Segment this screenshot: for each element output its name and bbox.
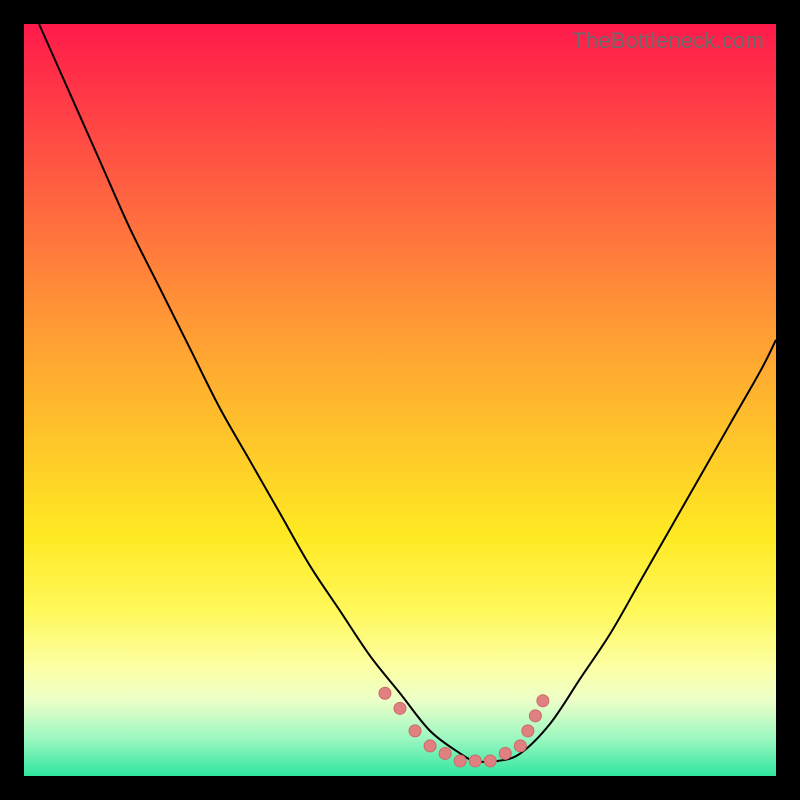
highlight-marker xyxy=(514,740,526,752)
highlight-marker xyxy=(529,710,541,722)
bottleneck-curve xyxy=(39,24,776,762)
highlight-marker xyxy=(537,695,549,707)
highlight-marker xyxy=(379,687,391,699)
highlight-marker xyxy=(439,747,451,759)
highlight-marker xyxy=(522,725,534,737)
highlight-marker xyxy=(424,740,436,752)
highlight-marker xyxy=(394,702,406,714)
highlight-marker xyxy=(499,747,511,759)
chart-plot-area: TheBottleneck.com xyxy=(24,24,776,776)
highlight-marker xyxy=(484,755,496,767)
highlight-marker xyxy=(454,755,466,767)
highlight-marker xyxy=(409,725,421,737)
chart-svg xyxy=(24,24,776,776)
highlight-marker xyxy=(469,755,481,767)
